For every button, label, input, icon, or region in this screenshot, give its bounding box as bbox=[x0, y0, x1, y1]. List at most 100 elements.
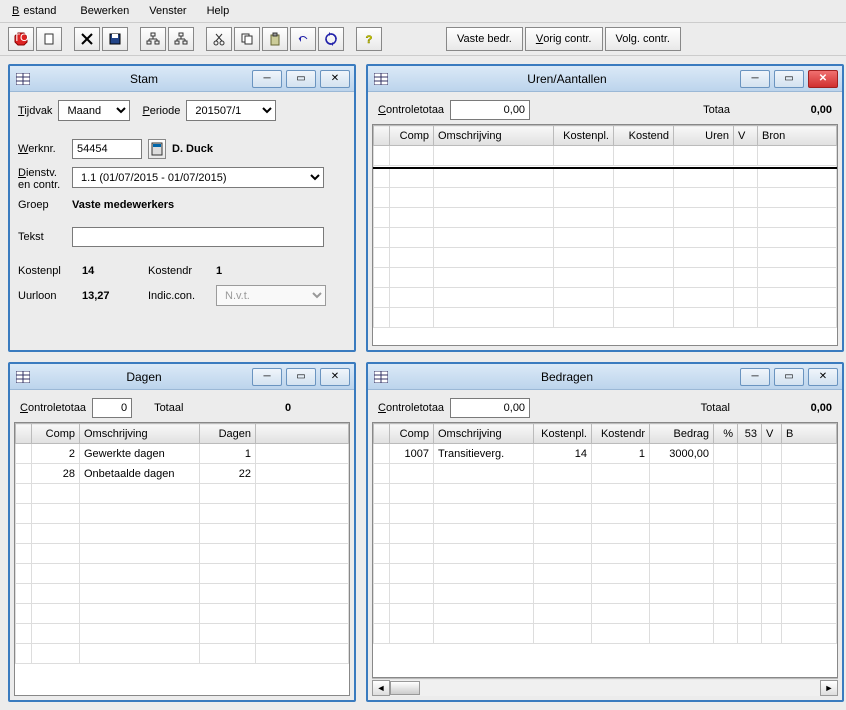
tree1-icon[interactable] bbox=[140, 27, 166, 51]
table-row[interactable]: 1007Transitieverg.1413000,00 bbox=[374, 444, 837, 464]
minimize-button[interactable]: ─ bbox=[740, 70, 770, 88]
col-omschr[interactable]: Omschrijving bbox=[434, 424, 534, 444]
maximize-button[interactable]: ▭ bbox=[286, 368, 316, 386]
titlebar-stam[interactable]: Stam ─ ▭ ✕ bbox=[10, 66, 354, 92]
close-button[interactable]: ✕ bbox=[320, 368, 350, 386]
hscrollbar[interactable]: ◄ ► bbox=[372, 678, 838, 696]
table-row[interactable] bbox=[374, 484, 837, 504]
scroll-right-button[interactable]: ► bbox=[820, 680, 838, 696]
table-row[interactable] bbox=[374, 544, 837, 564]
close-button[interactable]: ✕ bbox=[320, 70, 350, 88]
uren-controle-input[interactable] bbox=[450, 100, 530, 120]
table-row[interactable] bbox=[374, 584, 837, 604]
bedragen-controle-input[interactable] bbox=[450, 398, 530, 418]
table-row[interactable] bbox=[374, 188, 837, 208]
titlebar-uren[interactable]: Uren/Aantallen ─ ▭ ✕ bbox=[368, 66, 842, 92]
table-row[interactable] bbox=[16, 504, 349, 524]
col-omschr[interactable]: Omschrijving bbox=[434, 126, 554, 146]
uren-grid[interactable]: Comp Omschrijving Kostenpl. Kostend Uren… bbox=[372, 124, 838, 346]
tekst-input[interactable] bbox=[72, 227, 324, 247]
table-row[interactable] bbox=[16, 604, 349, 624]
table-row[interactable] bbox=[16, 544, 349, 564]
col-b[interactable]: B bbox=[782, 424, 837, 444]
table-row[interactable]: 2Gewerkte dagen1 bbox=[16, 444, 349, 464]
table-row[interactable] bbox=[374, 464, 837, 484]
menu-bewerken[interactable]: Bewerken bbox=[76, 3, 133, 19]
col-kostenpl[interactable]: Kostenpl. bbox=[554, 126, 614, 146]
periode-select[interactable]: 201507/1 bbox=[186, 100, 276, 121]
col-v[interactable]: V bbox=[762, 424, 782, 444]
table-row[interactable] bbox=[16, 584, 349, 604]
maximize-button[interactable]: ▭ bbox=[774, 70, 804, 88]
copy-icon[interactable] bbox=[234, 27, 260, 51]
col-kostendr[interactable]: Kostendr bbox=[592, 424, 650, 444]
stop-icon[interactable]: STOP bbox=[8, 27, 34, 51]
col-pct[interactable]: % bbox=[714, 424, 738, 444]
dienstv-select[interactable]: 1.1 (01/07/2015 - 01/07/2015) bbox=[72, 167, 324, 188]
table-row[interactable]: 28Onbetaalde dagen22 bbox=[16, 464, 349, 484]
col-omschr[interactable]: Omschrijving bbox=[80, 424, 200, 444]
col-uren[interactable]: Uren bbox=[674, 126, 734, 146]
menu-bestand[interactable]: Bestand bbox=[8, 3, 64, 19]
calc-icon[interactable] bbox=[148, 139, 166, 159]
table-row[interactable] bbox=[374, 208, 837, 228]
col-dagen[interactable]: Dagen bbox=[200, 424, 256, 444]
vaste-bedr-button[interactable]: Vaste bedr. bbox=[446, 27, 523, 51]
table-row[interactable] bbox=[374, 564, 837, 584]
maximize-button[interactable]: ▭ bbox=[774, 368, 804, 386]
undo-icon[interactable] bbox=[290, 27, 316, 51]
refresh-icon[interactable] bbox=[318, 27, 344, 51]
col-rowheader[interactable] bbox=[16, 424, 32, 444]
werknr-input[interactable] bbox=[72, 139, 142, 159]
col-kostenpl[interactable]: Kostenpl. bbox=[534, 424, 592, 444]
table-row[interactable] bbox=[374, 248, 837, 268]
table-row[interactable] bbox=[374, 504, 837, 524]
help-icon[interactable]: ? bbox=[356, 27, 382, 51]
volg-contr-button[interactable]: Volg. contr. bbox=[605, 27, 681, 51]
col-kostend[interactable]: Kostend bbox=[614, 126, 674, 146]
table-row[interactable] bbox=[374, 146, 837, 166]
maximize-button[interactable]: ▭ bbox=[286, 70, 316, 88]
table-row[interactable] bbox=[16, 564, 349, 584]
close-button[interactable]: ✕ bbox=[808, 368, 838, 386]
scroll-thumb[interactable] bbox=[390, 681, 420, 695]
dagen-grid[interactable]: Comp Omschrijving Dagen 2Gewerkte dagen1… bbox=[14, 422, 350, 696]
table-row[interactable] bbox=[16, 624, 349, 644]
col-rowheader[interactable] bbox=[374, 424, 390, 444]
minimize-button[interactable]: ─ bbox=[252, 368, 282, 386]
delete-icon[interactable] bbox=[74, 27, 100, 51]
table-row[interactable] bbox=[374, 268, 837, 288]
tijdvak-select[interactable]: Maand bbox=[58, 100, 130, 121]
save-icon[interactable] bbox=[102, 27, 128, 51]
table-row[interactable] bbox=[16, 484, 349, 504]
col-53[interactable]: 53 bbox=[738, 424, 762, 444]
table-row[interactable] bbox=[16, 644, 349, 664]
col-bedrag[interactable]: Bedrag bbox=[650, 424, 714, 444]
table-row[interactable] bbox=[374, 524, 837, 544]
table-row[interactable] bbox=[374, 624, 837, 644]
dagen-controle-input[interactable] bbox=[92, 398, 132, 418]
tree2-icon[interactable] bbox=[168, 27, 194, 51]
cut-icon[interactable] bbox=[206, 27, 232, 51]
table-row[interactable] bbox=[374, 168, 837, 188]
table-row[interactable] bbox=[16, 524, 349, 544]
col-rowheader[interactable] bbox=[374, 126, 390, 146]
table-row[interactable] bbox=[374, 308, 837, 328]
col-extra[interactable] bbox=[256, 424, 349, 444]
paste-icon[interactable] bbox=[262, 27, 288, 51]
new-icon[interactable] bbox=[36, 27, 62, 51]
close-button[interactable]: ✕ bbox=[808, 70, 838, 88]
minimize-button[interactable]: ─ bbox=[252, 70, 282, 88]
minimize-button[interactable]: ─ bbox=[740, 368, 770, 386]
col-comp[interactable]: Comp bbox=[390, 126, 434, 146]
table-row[interactable] bbox=[374, 288, 837, 308]
bedragen-grid[interactable]: Comp Omschrijving Kostenpl. Kostendr Bed… bbox=[372, 422, 838, 678]
menu-venster[interactable]: Venster bbox=[145, 3, 190, 19]
table-row[interactable] bbox=[374, 604, 837, 624]
vorig-contr-button[interactable]: Vorig contr. bbox=[525, 27, 603, 51]
scroll-left-button[interactable]: ◄ bbox=[372, 680, 390, 696]
col-bron[interactable]: Bron bbox=[758, 126, 837, 146]
col-comp[interactable]: Comp bbox=[32, 424, 80, 444]
menu-help[interactable]: Help bbox=[203, 3, 234, 19]
col-comp[interactable]: Comp bbox=[390, 424, 434, 444]
